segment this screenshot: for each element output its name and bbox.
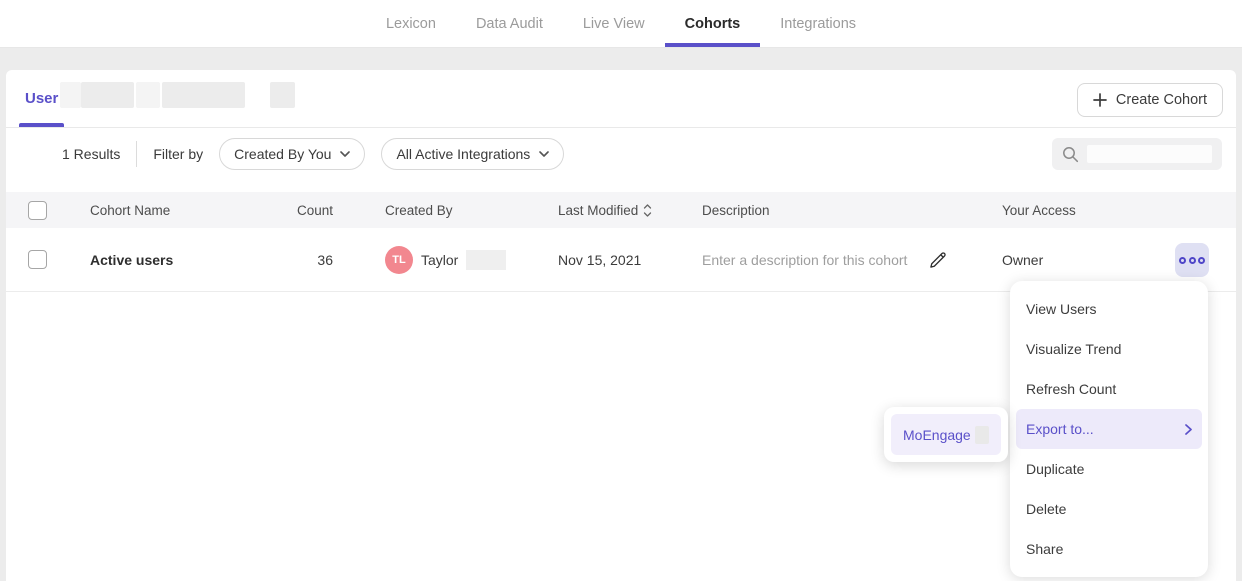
last-modified-date: Nov 15, 2021 [558, 228, 641, 291]
row-actions-menu-button[interactable] [1175, 243, 1209, 277]
search-input[interactable] [1052, 138, 1222, 170]
row-checkbox[interactable] [28, 250, 47, 269]
created-by-name: Taylor [421, 252, 458, 268]
redacted-tab [162, 82, 245, 108]
cohort-count: 36 [261, 228, 333, 291]
cohort-type-tabs-row: User Create Cohort [6, 70, 1236, 128]
redacted-last-name [466, 250, 506, 270]
filter-by-label: Filter by [153, 146, 203, 162]
menu-item-export-to[interactable]: Export to... [1016, 409, 1202, 449]
meatball-dot [1198, 257, 1205, 264]
header-cohort-name: Cohort Name [90, 192, 170, 228]
table-header: Cohort Name Count Created By Last Modifi… [6, 192, 1236, 228]
integrations-dropdown[interactable]: All Active Integrations [381, 138, 564, 170]
created-by-dropdown-value: Created By You [234, 146, 331, 162]
menu-item-view-users[interactable]: View Users [1016, 289, 1202, 329]
integrations-dropdown-value: All Active Integrations [396, 146, 530, 162]
nav-tab-live-view[interactable]: Live View [563, 0, 665, 47]
pencil-icon[interactable] [928, 228, 948, 291]
select-all-checkbox[interactable] [28, 201, 47, 220]
menu-item-export-to-label: Export to... [1026, 421, 1094, 437]
avatar: TL [385, 246, 413, 274]
chevron-down-icon [340, 151, 350, 157]
meatball-dot [1179, 257, 1186, 264]
header-description: Description [702, 192, 770, 228]
chevron-right-icon [1185, 424, 1192, 435]
export-to-submenu: MoEngage [884, 407, 1008, 462]
cohort-name-link[interactable]: Active users [90, 228, 173, 291]
tab-user-label: User [25, 90, 58, 107]
menu-item-refresh-count[interactable]: Refresh Count [1016, 369, 1202, 409]
redacted-tab [270, 82, 295, 108]
sort-icon[interactable] [643, 204, 652, 217]
search-icon [1062, 146, 1079, 163]
header-last-modified-label: Last Modified [558, 203, 638, 218]
header-your-access: Your Access [1002, 192, 1076, 228]
redacted-tab [81, 82, 134, 108]
submenu-item-moengage-label: MoEngage [903, 427, 971, 443]
nav-tab-cohorts[interactable]: Cohorts [665, 0, 761, 47]
created-by-dropdown[interactable]: Created By You [219, 138, 365, 170]
nav-tab-data-audit[interactable]: Data Audit [456, 0, 563, 47]
nav-tab-lexicon[interactable]: Lexicon [366, 0, 456, 47]
plus-icon [1093, 93, 1107, 107]
description-field[interactable]: Enter a description for this cohort [702, 228, 907, 291]
results-count: 1 Results [62, 146, 120, 162]
row-actions-context-menu: View Users Visualize Trend Refresh Count… [1010, 281, 1208, 577]
redacted-search-text [1087, 145, 1212, 163]
redacted-submenu-text [975, 426, 989, 444]
create-cohort-button[interactable]: Create Cohort [1077, 83, 1223, 117]
header-last-modified[interactable]: Last Modified [558, 192, 652, 228]
meatball-dot [1189, 257, 1196, 264]
chevron-down-icon [539, 151, 549, 157]
submenu-item-moengage[interactable]: MoEngage [891, 414, 1001, 455]
menu-item-duplicate[interactable]: Duplicate [1016, 449, 1202, 489]
top-nav: Lexicon Data Audit Live View Cohorts Int… [0, 0, 1242, 48]
header-count: Count [261, 192, 333, 228]
menu-item-visualize-trend[interactable]: Visualize Trend [1016, 329, 1202, 369]
menu-item-delete[interactable]: Delete [1016, 489, 1202, 529]
filter-bar: 1 Results Filter by Created By You All A… [6, 128, 1236, 180]
divider [136, 141, 137, 167]
tab-user[interactable]: User [19, 70, 64, 127]
redacted-tab [136, 82, 160, 108]
nav-tab-integrations[interactable]: Integrations [760, 0, 876, 47]
menu-item-share[interactable]: Share [1016, 529, 1202, 569]
header-created-by: Created By [385, 192, 453, 228]
redacted-tab [60, 82, 81, 108]
create-cohort-label: Create Cohort [1116, 92, 1207, 108]
